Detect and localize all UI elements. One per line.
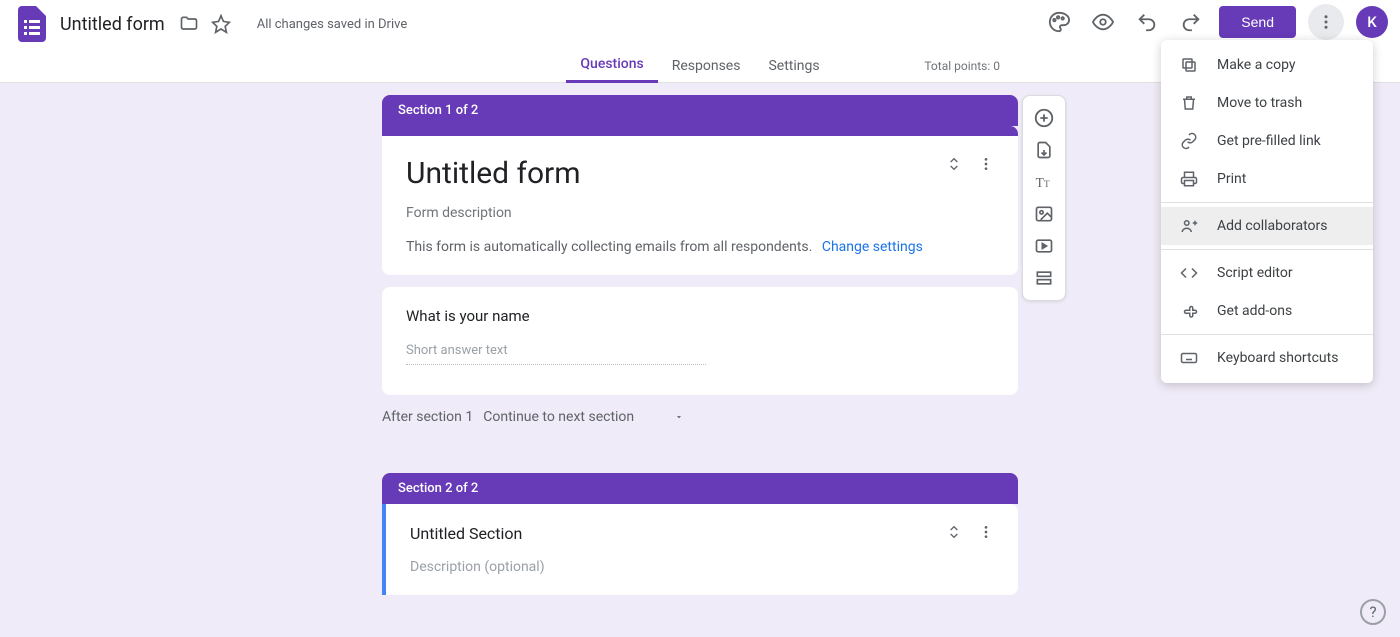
chevron-down-icon — [674, 412, 684, 422]
after-section-dropdown[interactable]: Continue to next section — [483, 409, 684, 425]
menu-print[interactable]: Print — [1161, 160, 1373, 198]
menu-separator — [1161, 334, 1373, 335]
star-icon[interactable] — [209, 12, 233, 36]
tab-responses[interactable]: Responses — [658, 48, 755, 83]
header-actions: Send K — [1043, 4, 1388, 40]
section-accent-bar — [382, 126, 1018, 136]
menu-make-copy[interactable]: Make a copy — [1161, 46, 1373, 84]
card-more-icon[interactable] — [978, 524, 994, 540]
after-section-row: After section 1 Continue to next section — [382, 409, 1018, 425]
tab-settings[interactable]: Settings — [754, 48, 833, 83]
collapse-icon[interactable] — [946, 524, 962, 540]
move-folder-icon[interactable] — [177, 12, 201, 36]
print-icon — [1179, 170, 1199, 188]
keyboard-icon — [1179, 349, 1199, 367]
people-icon — [1179, 217, 1199, 235]
more-menu: Make a copy Move to trash Get pre-filled… — [1161, 40, 1373, 383]
save-status: All changes saved in Drive — [257, 17, 408, 32]
more-button[interactable] — [1308, 4, 1344, 40]
account-avatar[interactable]: K — [1356, 6, 1388, 38]
copy-icon — [1179, 56, 1199, 74]
after-section-label: After section 1 — [382, 409, 473, 425]
menu-label: Make a copy — [1217, 57, 1296, 73]
trash-icon — [1179, 94, 1199, 112]
document-title[interactable]: Untitled form — [60, 14, 165, 35]
answer-type-label: Short answer text — [406, 343, 706, 365]
menu-get-addons[interactable]: Get add-ons — [1161, 292, 1373, 330]
section-1-tab: Section 1 of 2 — [382, 95, 1018, 126]
code-icon — [1179, 264, 1199, 282]
section-2-block: Section 2 of 2 Untitled Section Descript… — [382, 473, 1018, 595]
card-more-icon[interactable] — [978, 156, 994, 172]
total-points-label: Total points: 0 — [924, 59, 1000, 73]
question-text[interactable]: What is your name — [406, 307, 994, 325]
menu-move-trash[interactable]: Move to trash — [1161, 84, 1373, 122]
menu-label: Print — [1217, 171, 1246, 187]
menu-label: Get pre-filled link — [1217, 133, 1321, 149]
add-video-icon[interactable] — [1026, 230, 1062, 262]
menu-separator — [1161, 202, 1373, 203]
email-note-text: This form is automatically collecting em… — [406, 239, 812, 255]
section-2-description[interactable]: Description (optional) — [410, 559, 994, 575]
add-image-icon[interactable] — [1026, 198, 1062, 230]
puzzle-icon — [1179, 302, 1199, 320]
svg-text:T: T — [1044, 179, 1050, 189]
import-questions-icon[interactable] — [1026, 134, 1062, 166]
add-section-icon[interactable] — [1026, 262, 1062, 294]
redo-icon[interactable] — [1179, 10, 1203, 34]
forms-logo[interactable] — [12, 4, 52, 44]
link-icon — [1179, 132, 1199, 150]
undo-icon[interactable] — [1135, 10, 1159, 34]
svg-text:T: T — [1036, 175, 1044, 190]
send-button[interactable]: Send — [1219, 6, 1296, 38]
menu-label: Get add-ons — [1217, 303, 1292, 319]
menu-add-collaborators[interactable]: Add collaborators — [1161, 207, 1373, 245]
email-collection-note: This form is automatically collecting em… — [406, 239, 994, 255]
menu-label: Move to trash — [1217, 95, 1302, 111]
form-description[interactable]: Form description — [406, 205, 994, 221]
menu-label: Script editor — [1217, 265, 1293, 281]
section-2-header-card[interactable]: Untitled Section Description (optional) — [382, 504, 1018, 595]
preview-icon[interactable] — [1091, 10, 1115, 34]
menu-label: Keyboard shortcuts — [1217, 350, 1338, 366]
question-toolbar: TT — [1022, 95, 1066, 301]
after-section-value: Continue to next section — [483, 409, 634, 425]
section-2-title[interactable]: Untitled Section — [410, 524, 946, 543]
form-title-heading[interactable]: Untitled form — [406, 156, 946, 191]
add-question-icon[interactable] — [1026, 102, 1062, 134]
tab-questions[interactable]: Questions — [566, 48, 657, 83]
menu-separator — [1161, 249, 1373, 250]
menu-prefilled-link[interactable]: Get pre-filled link — [1161, 122, 1373, 160]
add-title-icon[interactable]: TT — [1026, 166, 1062, 198]
section-2-tab: Section 2 of 2 — [382, 473, 1018, 504]
section-1-block: Section 1 of 2 Untitled form Form descri… — [382, 95, 1018, 395]
change-settings-link[interactable]: Change settings — [822, 239, 923, 255]
help-button[interactable]: ? — [1360, 599, 1386, 625]
menu-script-editor[interactable]: Script editor — [1161, 254, 1373, 292]
palette-icon[interactable] — [1047, 10, 1071, 34]
section-1-header-card[interactable]: Untitled form Form description This form… — [382, 136, 1018, 275]
question-card-1[interactable]: What is your name Short answer text — [382, 287, 1018, 395]
collapse-icon[interactable] — [946, 156, 962, 172]
menu-label: Add collaborators — [1217, 218, 1327, 234]
menu-keyboard-shortcuts[interactable]: Keyboard shortcuts — [1161, 339, 1373, 377]
